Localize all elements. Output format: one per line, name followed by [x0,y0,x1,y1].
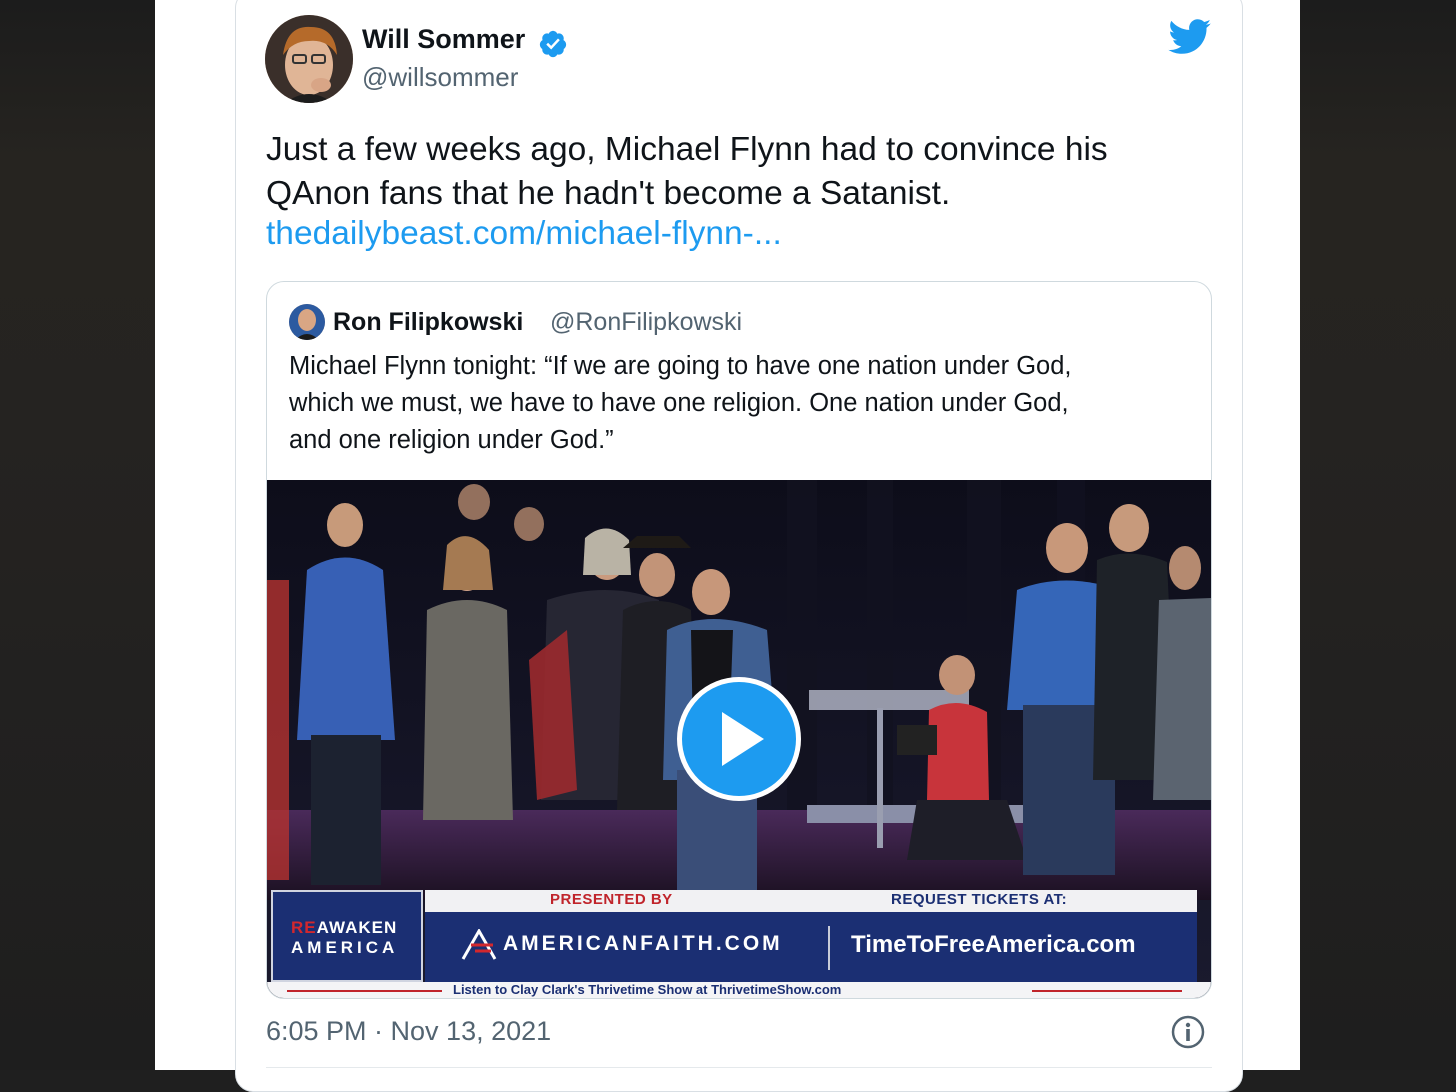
presented-by-label: PRESENTED BY [550,891,673,908]
author-name[interactable]: Will Sommer [362,24,525,55]
quote-text-line: and one religion under God.” [289,426,614,454]
tweet-text-line: Just a few weeks ago, Michael Flynn had … [266,131,1108,168]
tweet-link[interactable]: thedailybeast.com/michael-flynn-... [266,215,782,253]
info-icon[interactable] [1171,1015,1205,1049]
play-button[interactable] [677,677,801,801]
twitter-bird-icon[interactable] [1168,19,1212,55]
ticker-text: Listen to Clay Clark's Thrivetime Show a… [453,982,842,997]
sponsor-name: AMERICANFAITH.COM [503,932,783,955]
video-player[interactable]: REAWAKEN AMERICA PRESENTED BY REQUEST TI… [267,480,1211,998]
ticker-rule-left [287,990,442,992]
quote-text-line: Michael Flynn tonight: “If we are going … [289,352,1072,380]
brand-line2: AMERICA [291,938,399,957]
quoted-tweet[interactable]: Ron Filipkowski @RonFilipkowski Michael … [266,281,1212,999]
request-tickets-label: REQUEST TICKETS AT: [891,891,1068,908]
author-handle[interactable]: @willsommer [362,62,518,93]
author-avatar[interactable] [265,15,353,103]
brand-re: RE [291,918,317,937]
tickets-site: TimeToFreeAmerica.com [851,931,1136,958]
banner-divider [828,926,830,970]
americanfaith-logo-icon [461,929,497,960]
banner-ticker: Listen to Clay Clark's Thrivetime Show a… [267,982,1211,998]
verified-badge-icon [539,30,567,58]
quote-text: Michael Flynn tonight: “If we are going … [289,348,1189,459]
right-background [1300,0,1456,1070]
banner-header: PRESENTED BY REQUEST TICKETS AT: [425,890,1197,912]
brand-line1: AWAKEN [316,918,398,937]
ticker-rule-right [1032,990,1182,992]
divider [266,1067,1212,1068]
left-background [0,0,155,1070]
video-banner: REAWAKEN AMERICA PRESENTED BY REQUEST TI… [267,890,1211,998]
banner-main: AMERICANFAITH.COM TimeToFreeAmerica.com [425,912,1197,982]
quote-author-avatar[interactable] [289,304,325,340]
tweet-timestamp[interactable]: 6:05 PM · Nov 13, 2021 [266,1016,551,1047]
quote-author-name[interactable]: Ron Filipkowski [333,308,523,337]
tweet-text-line: QAnon fans that he hadn't become a Satan… [266,174,951,212]
quote-text-line: which we must, we have to have one relig… [289,389,1069,417]
quote-author-handle[interactable]: @RonFilipkowski [550,308,742,337]
play-icon [722,712,764,766]
event-logo: REAWAKEN AMERICA [271,890,423,982]
tweet-text: Just a few weeks ago, Michael Flynn had … [266,128,1216,215]
page: Will Sommer @willsommer Just a few weeks… [155,0,1300,1092]
